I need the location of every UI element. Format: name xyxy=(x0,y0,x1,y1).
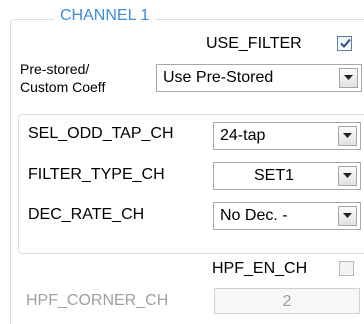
chevron-down-icon xyxy=(343,173,352,178)
hpf-corner-label: HPF_CORNER_CH xyxy=(26,292,169,309)
chevron-down-icon xyxy=(344,75,353,80)
sel-odd-tap-value: 24-tap xyxy=(220,127,266,144)
sel-odd-tap-label: SEL_ODD_TAP_CH xyxy=(28,125,174,142)
use-filter-checkbox[interactable] xyxy=(337,36,352,51)
hpf-en-checkbox[interactable] xyxy=(339,261,354,276)
checkmark-icon xyxy=(340,38,351,48)
coeff-select[interactable]: Use Pre-Stored xyxy=(156,64,362,92)
coeff-dropdown-button[interactable] xyxy=(339,68,358,88)
hpf-en-label: HPF_EN_CH xyxy=(212,260,308,277)
group-title: CHANNEL 1 xyxy=(54,6,156,26)
filter-type-value: SET1 xyxy=(253,167,294,184)
dec-rate-dropdown-button[interactable] xyxy=(338,206,357,226)
chevron-down-icon xyxy=(343,133,352,138)
dec-rate-value: No Dec. - xyxy=(220,207,288,224)
filter-type-select[interactable]: SET1 xyxy=(213,162,361,190)
use-filter-label: USE_FILTER xyxy=(206,35,302,52)
coeff-label-line1: Pre-stored/ xyxy=(20,61,90,77)
hpf-corner-value: 2 xyxy=(282,293,292,310)
sel-odd-tap-dropdown-button[interactable] xyxy=(338,126,357,146)
sel-odd-tap-select[interactable]: 24-tap xyxy=(213,122,361,150)
coeff-select-value: Use Pre-Stored xyxy=(163,69,274,86)
filter-type-dropdown-button[interactable] xyxy=(338,166,357,186)
dec-rate-select[interactable]: No Dec. - xyxy=(213,202,361,230)
chevron-down-icon xyxy=(343,213,352,218)
dec-rate-label: DEC_RATE_CH xyxy=(28,206,145,223)
hpf-corner-field[interactable]: 2 xyxy=(214,288,360,314)
coeff-label-line2: Custom Coeff xyxy=(20,79,106,95)
channel-settings-panel: CHANNEL 1 USE_FILTER Pre-stored/ Custom … xyxy=(0,0,364,324)
filter-type-label: FILTER_TYPE_CH xyxy=(28,166,165,183)
